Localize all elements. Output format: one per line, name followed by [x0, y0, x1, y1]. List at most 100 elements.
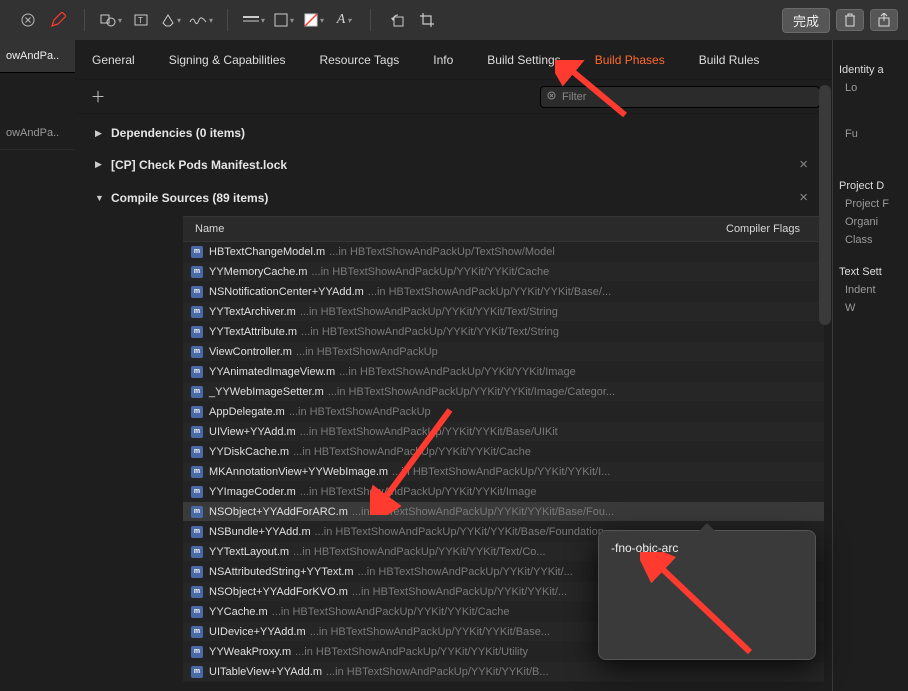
rotate-icon[interactable] [385, 8, 409, 32]
inspector-field: Lo [845, 82, 902, 94]
fill-color-icon[interactable]: ▾ [302, 8, 326, 32]
table-row[interactable]: m ViewController.m ...in HBTextShowAndPac… [183, 342, 824, 362]
table-row[interactable]: mYYDiskCache.m ...in HBTextShowAndPackUp… [183, 442, 824, 462]
shapes-icon[interactable]: ▾ [99, 8, 123, 32]
filter-placeholder: Filter [562, 91, 586, 103]
source-file-icon: m [191, 266, 203, 278]
disclosure-triangle-icon[interactable]: ▶ [95, 128, 105, 139]
source-file-icon: m [191, 466, 203, 478]
border-color-icon[interactable]: ▾ [272, 8, 296, 32]
filter-input[interactable]: Filter [540, 86, 820, 108]
share-button[interactable] [870, 9, 898, 31]
add-phase-button[interactable]: ＋ [87, 86, 109, 107]
source-file-icon: m [191, 366, 203, 378]
source-file-icon: m [191, 526, 203, 538]
close-icon[interactable] [16, 8, 40, 32]
file-path: ...in HBTextShowAndPackUp [296, 346, 438, 358]
file-name: NSNotificationCenter+YYAdd.m [209, 286, 364, 298]
font-style-icon[interactable]: A▾ [332, 8, 356, 32]
pen-icon[interactable] [46, 8, 70, 32]
tab-build-phases[interactable]: Build Phases [578, 40, 682, 80]
file-name: YYCache.m [209, 606, 268, 618]
vertical-scrollbar[interactable] [819, 85, 831, 325]
filter-bar: ＋ Filter [75, 80, 832, 114]
phase-compile-sources[interactable]: ▼ Compile Sources (89 items) × [83, 181, 824, 214]
table-row[interactable]: mYYAnimatedImageView.m ...in HBTextShowA… [183, 362, 824, 382]
file-path: ...in HBTextShowAndPackUp/TextShow/Model [329, 246, 555, 258]
file-name: _YYWebImageSetter.m [209, 386, 324, 398]
file-name: NSObject+YYAddForKVO.m [209, 586, 348, 598]
table-row[interactable]: mYYTextArchiver.m ...in HBTextShowAndPac… [183, 302, 824, 322]
source-file-icon: m [191, 646, 203, 658]
disclosure-triangle-icon[interactable]: ▼ [95, 193, 105, 203]
file-name: UIDevice+YYAdd.m [209, 626, 306, 638]
phase-title: Compile Sources (89 items) [111, 191, 268, 205]
file-path: ...in HBTextShowAndPackUp/YYKit/YYKit/Te… [301, 326, 559, 338]
trash-button[interactable] [836, 9, 864, 31]
inspector-field: Class [845, 234, 902, 246]
file-name: YYTextAttribute.m [209, 326, 297, 338]
tab-signing-capabilities[interactable]: Signing & Capabilities [152, 40, 303, 80]
highlight-icon[interactable]: ▾ [159, 8, 183, 32]
table-row[interactable]: mUITableView+YYAdd.m ...in HBTextShowAnd… [183, 662, 824, 682]
file-path: ...in HBTextShowAndPackUp/YYKit/YYKit/..… [352, 586, 567, 598]
table-row[interactable]: m_YYWebImageSetter.m ...in HBTextShowAnd… [183, 382, 824, 402]
phase-dependencies[interactable]: ▶ Dependencies (0 items) [83, 118, 824, 148]
navigator-item[interactable]: owAndPa.. [0, 117, 75, 150]
column-compiler-flags[interactable]: Compiler Flags [726, 223, 816, 235]
file-path: ...in HBTextShowAndPackUp/YYKit/YYKit/B.… [326, 666, 549, 678]
source-file-icon: m [191, 346, 203, 358]
file-path: ...in HBTextShowAndPackUp/YYKit/YYKit/Ut… [295, 646, 528, 658]
table-row[interactable]: mUIView+YYAdd.m ...in HBTextShowAndPackU… [183, 422, 824, 442]
inspector-field: Indent [845, 284, 902, 296]
table-row[interactable]: m YYMemoryCache.m ...in HBTextShowAndPack… [183, 262, 824, 282]
table-row[interactable]: mNSNotificationCenter+YYAdd.m ...in HBTe… [183, 282, 824, 302]
tab-build-settings[interactable]: Build Settings [470, 40, 577, 80]
source-file-icon: m [191, 566, 203, 578]
file-path: ...in HBTextShowAndPackUp/YYKit/YYKit/..… [358, 566, 573, 578]
tab-info[interactable]: Info [416, 40, 470, 80]
inspector-section: Identity a [839, 64, 902, 76]
table-row[interactable]: mHBTextChangeModel.m ...in HBTextShowAnd… [183, 242, 824, 262]
remove-phase-icon[interactable]: × [799, 189, 812, 206]
file-name: NSBundle+YYAdd.m [209, 526, 311, 538]
navigator-item[interactable]: owAndPa.. [0, 40, 75, 73]
source-file-icon: m [191, 446, 203, 458]
signature-icon[interactable]: ▾ [189, 8, 213, 32]
tab-build-rules[interactable]: Build Rules [682, 40, 777, 80]
file-path: ...in HBTextShowAndPackUp/YYKit/YYKit/Ba… [300, 426, 558, 438]
remove-phase-icon[interactable]: × [799, 156, 812, 173]
file-path: ...in HBTextShowAndPackUp/YYKit/YYKit/Ca… [311, 266, 549, 278]
done-button[interactable]: 完成 [782, 8, 830, 33]
table-row[interactable]: mNSObject+YYAddForARC.m ...in HBTextShow… [183, 502, 824, 522]
file-name: YYImageCoder.m [209, 486, 296, 498]
line-style-icon[interactable]: ▾ [242, 8, 266, 32]
table-row[interactable]: mYYImageCoder.m ...in HBTextShowAndPackU… [183, 482, 824, 502]
source-file-icon: m [191, 406, 203, 418]
compiler-flag-popover [598, 530, 816, 660]
file-name: YYTextLayout.m [209, 546, 289, 558]
file-path: ...in HBTextShowAndPackUp/YYKit/YYKit/Te… [293, 546, 546, 558]
disclosure-triangle-icon[interactable]: ▶ [95, 159, 105, 170]
file-name: YYMemoryCache.m [209, 266, 307, 278]
crop-icon[interactable] [415, 8, 439, 32]
tab-resource-tags[interactable]: Resource Tags [302, 40, 416, 80]
target-tabs: GeneralSigning & CapabilitiesResource Ta… [75, 40, 832, 80]
file-path: ...in HBTextShowAndPackUp/YYKit/YYKit/Ca… [293, 446, 531, 458]
tab-general[interactable]: General [75, 40, 152, 80]
left-navigator: owAndPa.. owAndPa.. [0, 40, 75, 691]
svg-text:T: T [138, 16, 143, 25]
phase-check-pods[interactable]: ▶ [CP] Check Pods Manifest.lock × [83, 148, 824, 181]
table-row[interactable]: mYYTextAttribute.m ...in HBTextShowAndPa… [183, 322, 824, 342]
table-header: Name Compiler Flags [183, 216, 824, 242]
column-name[interactable]: Name [191, 223, 726, 235]
file-name: ViewController.m [209, 346, 292, 358]
compiler-flag-input[interactable] [609, 540, 805, 556]
file-path: ...in HBTextShowAndPackUp/YYKit/YYKit/Ba… [352, 506, 614, 518]
file-path: ...in HBTextShowAndPackUp/YYKit/YYKit/Ba… [315, 526, 604, 538]
text-icon[interactable]: T [129, 8, 153, 32]
file-path: ...in HBTextShowAndPackUp/YYKit/YYKit/Te… [300, 306, 558, 318]
table-row[interactable]: mAppDelegate.m ...in HBTextShowAndPackUp [183, 402, 824, 422]
phase-title: [CP] Check Pods Manifest.lock [111, 158, 287, 172]
table-row[interactable]: mMKAnnotationView+YYWebImage.m ...in HBT… [183, 462, 824, 482]
